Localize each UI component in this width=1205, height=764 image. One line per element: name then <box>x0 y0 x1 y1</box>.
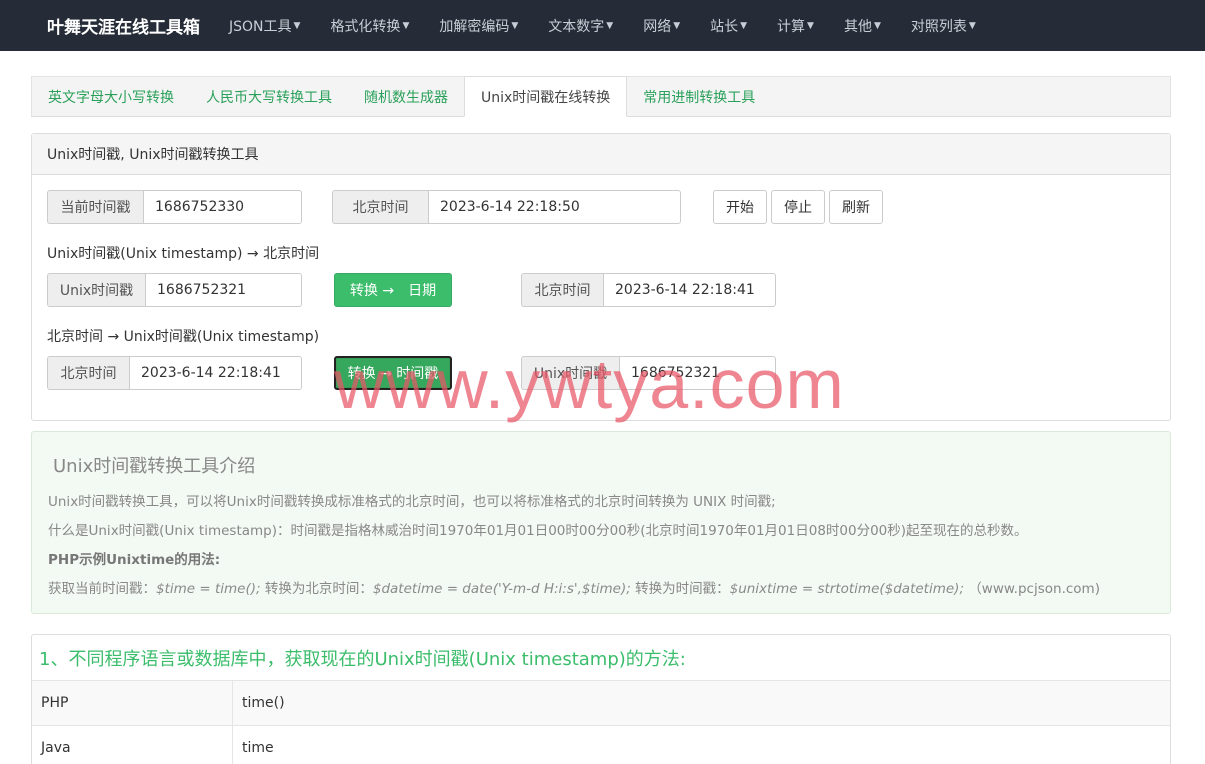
timestamp-output-group: Unix时间戳 1686752321 <box>521 356 776 390</box>
site-brand[interactable]: 叶舞天涯在线工具箱 <box>47 13 200 38</box>
start-button[interactable]: 开始 <box>713 190 767 224</box>
tab-letter-case[interactable]: 英文字母大小写转换 <box>32 77 190 117</box>
tab-base-convert[interactable]: 常用进制转换工具 <box>627 77 771 117</box>
top-navbar: 叶舞天涯在线工具箱 JSON工具 ▼ 格式化转换 ▼ 加解密编码 ▼ 文本数字 ▼ 网络… <box>0 0 1205 51</box>
nav-other[interactable]: 其他 ▼ <box>829 0 896 51</box>
convert-to-date-button[interactable]: 转换 → 日期 <box>334 273 452 307</box>
code-date: $datetime = date('Y-m-d H:i:s',$time); <box>372 581 631 597</box>
stop-button[interactable]: 停止 <box>771 190 825 224</box>
nav-text-number[interactable]: 文本数字 ▼ <box>533 0 628 51</box>
caret-down-icon: ▼ <box>402 20 410 31</box>
intro-line-4: 获取当前时间戳：$time = time(); 转换为北京时间：$datetim… <box>48 581 1100 597</box>
methods-title: 1、不同程序语言或数据库中，获取现在的Unix时间戳(Unix timestam… <box>39 649 686 670</box>
timestamp-output[interactable]: 1686752321 <box>619 356 776 390</box>
convert-to-timestamp-button[interactable]: 转换 → 时间戳 <box>334 356 452 390</box>
tab-unix-timestamp[interactable]: Unix时间戳在线转换 <box>464 76 628 117</box>
timestamp-output-label: Unix时间戳 <box>521 356 619 390</box>
lang-cell: Java <box>32 726 233 764</box>
tab-random-number[interactable]: 随机数生成器 <box>348 77 464 117</box>
nav-reference[interactable]: 对照列表 ▼ <box>896 0 991 51</box>
date-input[interactable]: 2023-6-14 22:18:41 <box>129 356 302 390</box>
date-output[interactable]: 2023-6-14 22:18:41 <box>603 273 776 307</box>
current-beijing-label: 北京时间 <box>332 190 428 224</box>
intro-line-2: 什么是Unix时间戳(Unix timestamp)：时间戳是指格林威治时间19… <box>48 523 1028 539</box>
intro-box: Unix时间戳转换工具介绍 Unix时间戳转换工具，可以将Unix时间戳转换成标… <box>31 431 1171 614</box>
table-row: Java time <box>32 725 1170 764</box>
tab-rmb-uppercase[interactable]: 人民币大写转换工具 <box>190 77 348 117</box>
date-input-group: 北京时间 2023-6-14 22:18:41 <box>47 356 302 390</box>
panel-title: Unix时间戳, Unix时间戳转换工具 <box>32 134 1170 175</box>
converter-panel: Unix时间戳, Unix时间戳转换工具 当前时间戳 1686752330 北京… <box>31 133 1171 421</box>
intro-line-3: PHP示例Unixtime的用法: <box>48 548 220 568</box>
nav-crypto[interactable]: 加解密编码 ▼ <box>424 0 533 51</box>
caret-down-icon: ▼ <box>673 20 681 31</box>
caret-down-icon: ▼ <box>807 20 814 31</box>
methods-section: 1、不同程序语言或数据库中，获取现在的Unix时间戳(Unix timestam… <box>31 634 1171 764</box>
intro-line-1: Unix时间戳转换工具，可以将Unix时间戳转换成标准格式的北京时间，也可以将标… <box>48 494 776 510</box>
nav-calculate[interactable]: 计算 ▼ <box>762 0 829 51</box>
lang-cell: PHP <box>32 681 233 725</box>
current-beijing-group: 北京时间 2023-6-14 22:18:50 <box>332 190 681 224</box>
nav-json[interactable]: JSON工具 ▼ <box>214 0 315 51</box>
caret-down-icon: ▼ <box>606 20 614 31</box>
code-strtotime: $unixtime = strtotime($datetime); <box>729 581 964 597</box>
caret-down-icon: ▼ <box>511 20 519 31</box>
php-example-heading: PHP示例Unixtime的用法: <box>48 552 221 568</box>
to-timestamp-heading: 北京时间 → Unix时间戳(Unix timestamp) <box>47 329 320 345</box>
nav-format[interactable]: 格式化转换 ▼ <box>315 0 424 51</box>
caret-down-icon: ▼ <box>873 20 881 31</box>
table-row: PHP time() <box>32 680 1170 725</box>
caret-down-icon: ▼ <box>968 20 976 31</box>
current-beijing-input[interactable]: 2023-6-14 22:18:50 <box>428 190 681 224</box>
timestamp-input-group: Unix时间戳 1686752321 <box>47 273 302 307</box>
date-output-group: 北京时间 2023-6-14 22:18:41 <box>521 273 776 307</box>
current-timestamp-group: 当前时间戳 1686752330 <box>47 190 302 224</box>
code-cell: time <box>242 740 274 756</box>
caret-down-icon: ▼ <box>740 20 748 31</box>
refresh-button[interactable]: 刷新 <box>829 190 883 224</box>
current-timestamp-input[interactable]: 1686752330 <box>143 190 302 224</box>
date-output-label: 北京时间 <box>521 273 603 307</box>
caret-down-icon: ▼ <box>293 20 301 31</box>
site-credit: （www.pcjson.com) <box>968 581 1100 597</box>
code-time: $time = time(); <box>156 581 261 597</box>
code-cell: time() <box>242 695 285 711</box>
timestamp-input[interactable]: 1686752321 <box>145 273 302 307</box>
date-input-label: 北京时间 <box>47 356 129 390</box>
timestamp-input-label: Unix时间戳 <box>47 273 145 307</box>
nav-network[interactable]: 网络 ▼ <box>628 0 695 51</box>
current-timestamp-label: 当前时间戳 <box>47 190 143 224</box>
tool-tabs: 英文字母大小写转换 人民币大写转换工具 随机数生成器 Unix时间戳在线转换 常… <box>31 76 1171 117</box>
intro-title: Unix时间戳转换工具介绍 <box>53 456 256 477</box>
nav-webmaster[interactable]: 站长 ▼ <box>695 0 762 51</box>
to-date-heading: Unix时间戳(Unix timestamp) → 北京时间 <box>47 246 320 262</box>
